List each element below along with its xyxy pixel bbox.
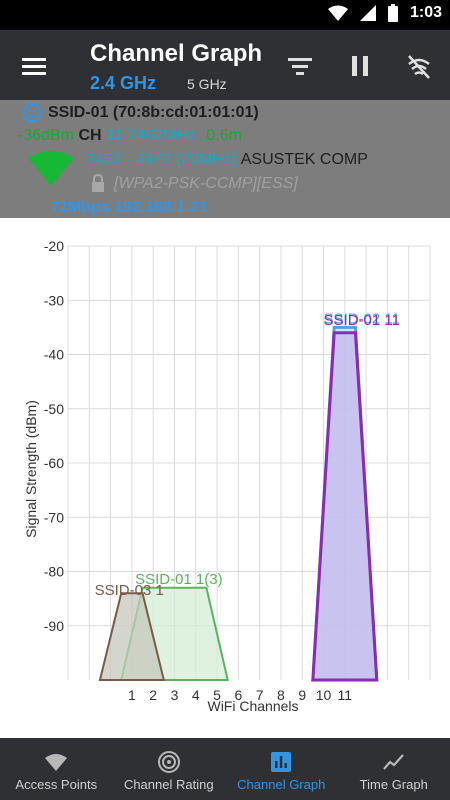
- x-tick-label: 9: [298, 687, 306, 703]
- y-tick-label: -40: [44, 347, 64, 363]
- wifi-status-icon: [327, 5, 348, 21]
- series-label: SSID-03 1: [95, 582, 164, 599]
- link-rate-ip: 72Mbps 192.168.1.21: [50, 199, 208, 216]
- y-tick-label: -30: [44, 292, 64, 308]
- nav-label: Channel Graph: [237, 777, 326, 792]
- distance: 0.6m: [206, 127, 242, 144]
- nav-label: Time Graph: [359, 777, 428, 792]
- band-5ghz-tab[interactable]: 5 GHz: [187, 76, 227, 92]
- signal-info: -36dBm CH 11 2462MHz 0.6m: [18, 127, 242, 145]
- app-bar: Channel Graph 2.4 GHz 5 GHz: [0, 30, 450, 100]
- series-label: SSID-01 11: [324, 312, 400, 329]
- nav-channel-graph[interactable]: Channel Graph: [225, 738, 338, 800]
- nav-label: Access Points: [15, 777, 98, 792]
- x-tick-label: 10: [316, 687, 332, 703]
- channel-range: 2452 - 2472 (20MHz) ASUSTEK COMP: [86, 151, 368, 169]
- smiley-icon: [22, 103, 42, 123]
- nav-time-graph[interactable]: Time Graph: [338, 738, 450, 800]
- signal-strength: -36dBm: [18, 127, 75, 144]
- ssid-text: SSID-01 (70:8b:cd:01:01:01): [48, 104, 259, 121]
- frequency: 2462MHz: [127, 127, 196, 144]
- x-tick-label: 3: [171, 687, 179, 703]
- radar-icon: [157, 751, 180, 773]
- y-tick-label: -50: [44, 401, 64, 417]
- status-icons: 1:03: [327, 4, 442, 22]
- lock-icon: [92, 174, 104, 192]
- filter-icon[interactable]: [284, 50, 316, 82]
- channel-label: CH: [78, 127, 102, 144]
- wifi-icon: [45, 754, 68, 771]
- x-tick-label: 2: [149, 687, 157, 703]
- x-tick-label: 11: [338, 687, 353, 703]
- channel-graph-chart[interactable]: -20-30-40-50-60-70-80-901 2 3 4 5 6 7 8 9 10 11WiF…: [0, 218, 450, 738]
- battery-icon: [387, 4, 398, 22]
- security-capabilities: [WPA2-PSK-CCMP][ESS]: [114, 175, 298, 192]
- pause-icon[interactable]: [344, 50, 376, 82]
- channel-number: 11: [106, 127, 123, 144]
- x-tick-label: 1: [128, 687, 136, 703]
- nav-channel-rating[interactable]: Channel Rating: [113, 738, 226, 800]
- status-time: 1:03: [409, 4, 442, 21]
- wifi-signal-icon: [28, 151, 74, 186]
- y-tick-label: -20: [44, 238, 64, 254]
- status-bar: 1:03: [0, 0, 450, 30]
- frequency-range: 2452 - 2472 (20MHz): [86, 151, 238, 168]
- bottom-nav: Access Points Channel Rating Channel Gra…: [0, 738, 450, 800]
- y-tick-label: -90: [44, 618, 64, 634]
- wifi-off-icon[interactable]: [403, 50, 435, 82]
- y-tick-label: -70: [44, 509, 64, 525]
- band-2-4ghz-tab[interactable]: 2.4 GHz: [90, 73, 156, 94]
- line-chart-icon: [382, 754, 404, 770]
- y-tick-label: -80: [44, 564, 64, 580]
- cellular-signal-icon: [359, 5, 376, 21]
- x-axis-title: WiFi Channels: [207, 698, 298, 714]
- nav-access-points[interactable]: Access Points: [0, 738, 113, 800]
- bar-chart-icon: [271, 752, 292, 772]
- vendor-name: ASUSTEK COMP: [240, 151, 368, 168]
- y-axis-title: Signal Strength (dBm): [23, 400, 39, 538]
- series-shape: [311, 331, 379, 682]
- y-tick-label: -60: [44, 455, 64, 471]
- access-point-panel[interactable]: SSID-01 (70:8b:cd:01:01:01) -36dBm CH 11…: [0, 100, 450, 218]
- nav-label: Channel Rating: [123, 777, 214, 792]
- menu-icon[interactable]: [18, 52, 50, 80]
- x-tick-label: 4: [192, 687, 200, 703]
- page-title: Channel Graph: [90, 40, 263, 67]
